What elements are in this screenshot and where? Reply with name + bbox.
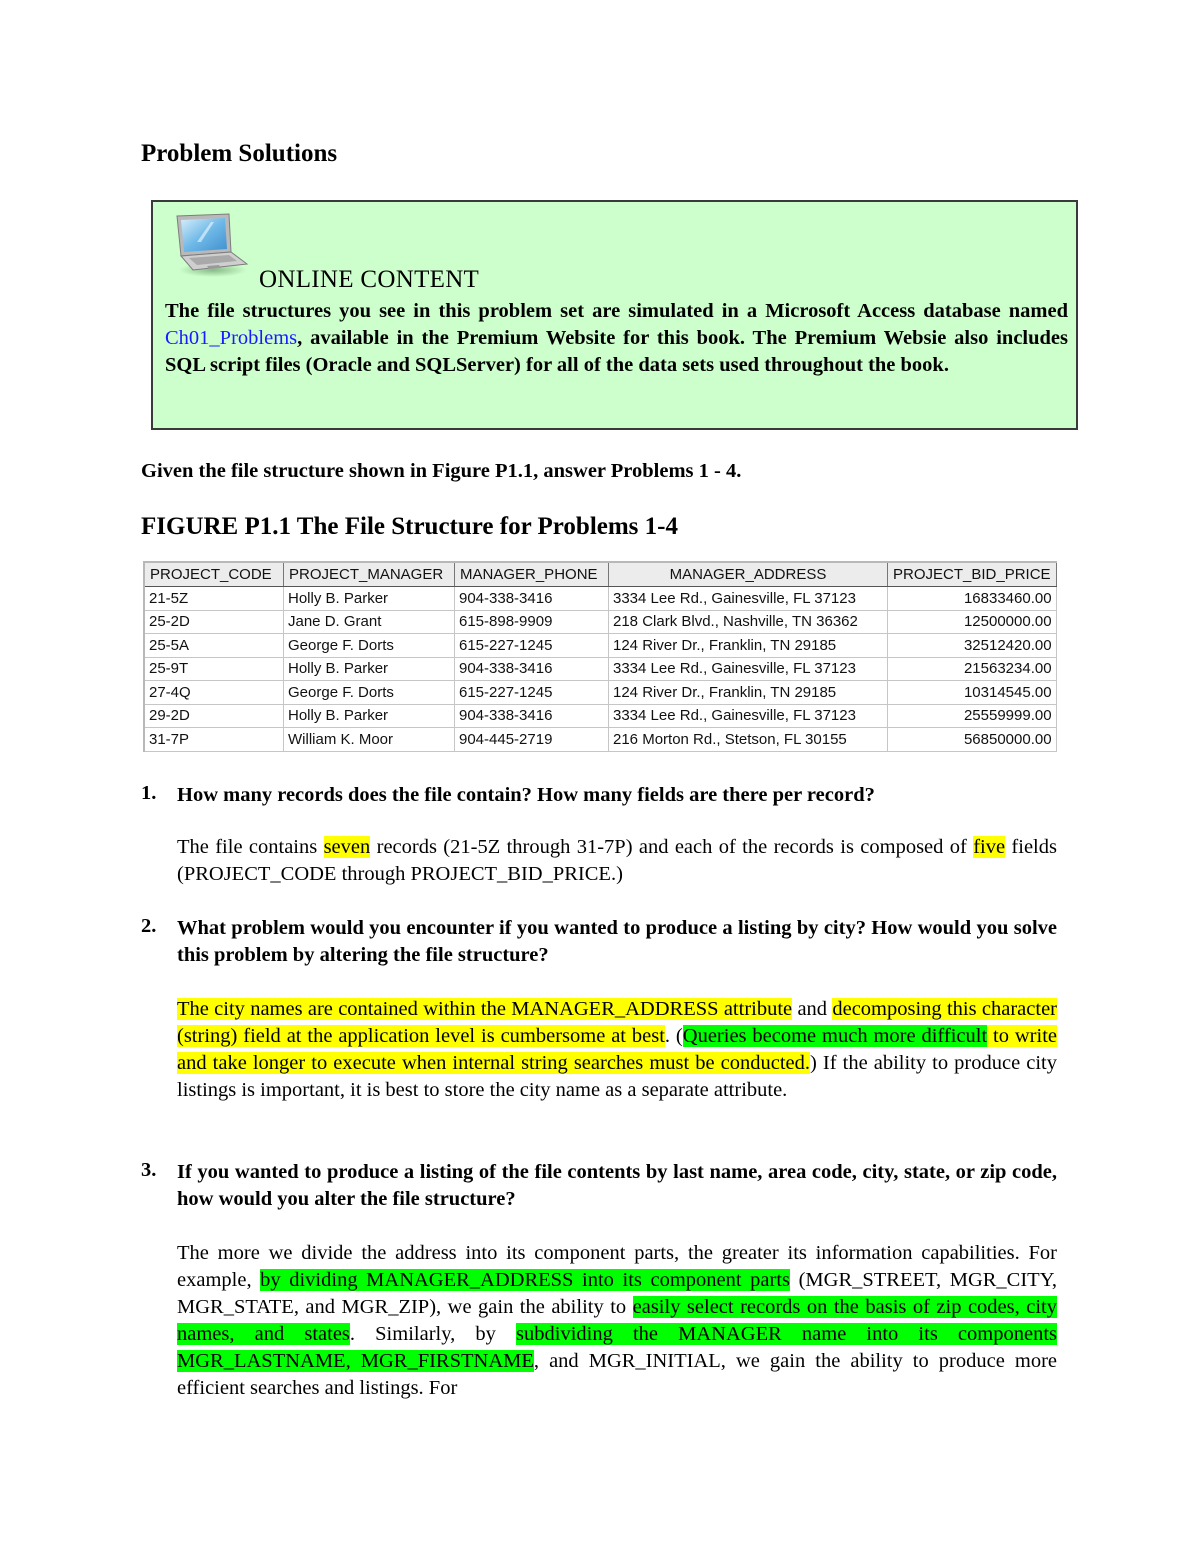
table-cell-project-manager: William K. Moor [283,727,455,752]
table-cell-manager-address: 124 River Dr., Franklin, TN 29185 [608,633,888,658]
table-cell-manager-phone: 904-338-3416 [454,586,609,611]
table-cell-project-code: 25-2D [143,609,284,634]
online-content-text: The file structures you see in this prob… [165,298,1068,379]
table-cell-manager-address: 3334 Lee Rd., Gainesville, FL 37123 [608,656,888,681]
table-cell-project-code: 29-2D [143,703,284,728]
question-number: 3. [141,1159,157,1181]
table-cell-manager-phone: 904-445-2719 [454,727,609,752]
table-cell-manager-address: 3334 Lee Rd., Gainesville, FL 37123 [608,703,888,728]
online-content-box: ONLINE CONTENT The file structures you s… [151,200,1078,430]
highlighted-text: by dividing MANAGER_ADDRESS into its com… [260,1269,790,1291]
table-row: 29-2D Holly B. Parker 904-338-3416 3334 Lee… [143,703,1057,728]
figure-title: FIGURE P1.1 The File Structure for Probl… [141,513,678,540]
page-title: Problem Solutions [141,140,338,167]
answer-3: The more we divide the address into its … [177,1240,1057,1402]
column-header: PROJECT_MANAGER [283,561,455,587]
answer-2: The city names are contained within the … [177,996,1058,1104]
table-cell-manager-address: 124 River Dr., Franklin, TN 29185 [608,680,888,705]
table-cell-manager-phone: 904-338-3416 [454,703,609,728]
table-cell-manager-phone: 615-898-9909 [454,609,609,634]
table-row: 25-2D Jane D. Grant 615-898-9909 218 Clark … [143,609,1057,634]
table-cell-project-code: 31-7P [143,727,284,752]
table-cell-manager-phone: 615-227-1245 [454,680,609,705]
table-cell-project-code: 21-5Z [143,586,284,611]
table-cell-project-bid-price: 16833460.00 [887,586,1057,611]
question-text: If you wanted to produce a listing of th… [177,1161,1057,1210]
highlighted-text: Queries become much more difficult [682,1025,988,1047]
table-header-row: PROJECT_CODE PROJECT_MANAGER MANAGER_PHO… [143,561,1057,587]
answer-text: The file contains [177,836,324,858]
table-cell-project-manager: George F. Dorts [283,633,455,658]
table-cell-project-code: 27-4Q [143,680,284,705]
table-cell-project-bid-price: 10314545.00 [887,680,1057,705]
question-2: 2. What problem would you encounter if y… [141,915,1057,969]
answer-text: records (21-5Z through 31-7P) and each o… [370,836,974,858]
intro-text: Given the file structure shown in Figure… [141,460,742,482]
table-cell-project-code: 25-9T [143,656,284,681]
answer-text: and [792,998,833,1020]
table-row: 25-9T Holly B. Parker 904-338-3416 3334 Lee… [143,656,1057,681]
table-cell-project-manager: George F. Dorts [283,680,455,705]
online-text-part: , available in the Premium Website for t… [165,327,1068,376]
table-cell-project-bid-price: 12500000.00 [887,609,1057,634]
column-header: MANAGER_PHONE [454,561,609,587]
highlighted-text: five [973,836,1006,858]
question-number: 1. [141,782,157,804]
table-cell-project-bid-price: 25559999.00 [887,703,1057,728]
column-header: MANAGER_ADDRESS [608,561,888,587]
answer-text: . ( [664,1025,683,1047]
table-row: 27-4Q George F. Dorts 615-227-1245 124 Rive… [143,680,1057,705]
highlighted-text: seven [323,836,371,858]
question-1: 1. How many records does the file contai… [141,782,1057,809]
table-cell-manager-phone: 615-227-1245 [454,633,609,658]
table-cell-project-bid-price: 56850000.00 [887,727,1057,752]
answer-1: The file contains seven records (21-5Z t… [177,834,1057,888]
column-header: PROJECT_CODE [143,561,284,587]
column-header: PROJECT_BID_PRICE [887,561,1057,587]
table-cell-project-bid-price: 21563234.00 [887,656,1057,681]
question-text: How many records does the file contain? … [177,784,875,806]
online-text-part: The file structures you see in this prob… [165,300,1068,322]
table-row: 21-5Z Holly B. Parker 904-338-3416 3334 Lee… [143,586,1057,611]
question-text: What problem would you encounter if you … [177,917,1057,966]
document-page: Problem Solutions ONLINE CONTENT The fil… [0,0,1200,1553]
table-cell-project-code: 25-5A [143,633,284,658]
answer-text: . Similarly, by [349,1323,517,1345]
table-row: 31-7P William K. Moor 904-445-2719 216 Mort… [143,727,1057,752]
table-cell-project-manager: Jane D. Grant [283,609,455,634]
table-cell-manager-address: 3334 Lee Rd., Gainesville, FL 37123 [608,586,888,611]
laptop-icon [176,213,249,277]
table-row: 25-5A George F. Dorts 615-227-1245 124 Rive… [143,633,1057,658]
table-cell-manager-address: 216 Morton Rd., Stetson, FL 30155 [608,727,888,752]
table-cell-project-bid-price: 32512420.00 [887,633,1057,658]
question-number: 2. [141,915,157,937]
table-cell-project-manager: Holly B. Parker [283,703,455,728]
table-cell-project-manager: Holly B. Parker [283,586,455,611]
question-3: 3. If you wanted to produce a listing of… [141,1159,1057,1213]
online-content-heading: ONLINE CONTENT [259,266,480,293]
table-cell-manager-address: 218 Clark Blvd., Nashville, TN 36362 [608,609,888,634]
table-cell-manager-phone: 904-338-3416 [454,656,609,681]
ch01-problems-link[interactable]: Ch01_Problems [165,327,297,349]
file-structure-table: PROJECT_CODE PROJECT_MANAGER MANAGER_PHO… [143,561,1057,752]
highlighted-text: The city names are contained within the … [177,998,793,1020]
table-cell-project-manager: Holly B. Parker [283,656,455,681]
